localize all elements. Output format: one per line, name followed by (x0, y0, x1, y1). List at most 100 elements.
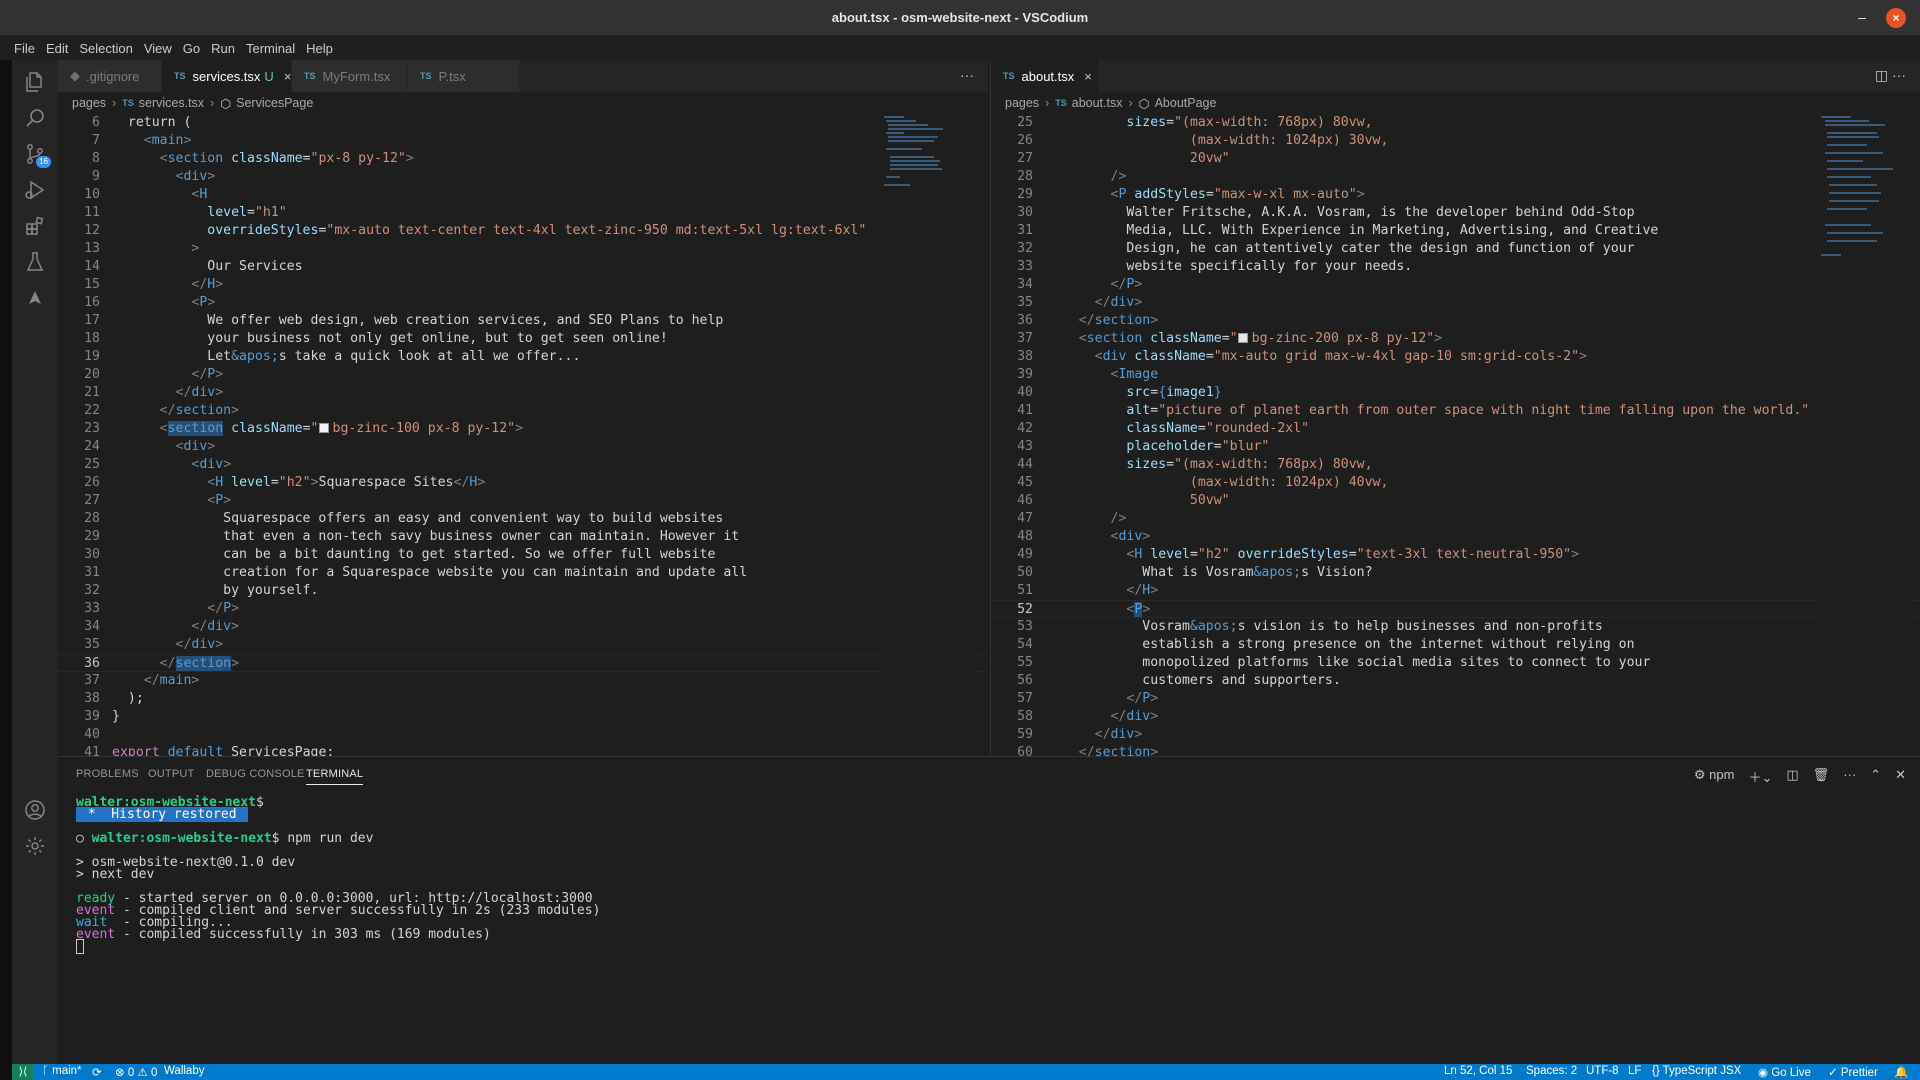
code-line[interactable]: 40 src={image1} (991, 384, 1920, 402)
code-line[interactable]: 57 </P> (991, 690, 1920, 708)
indentation[interactable]: Spaces: 2 (1526, 1065, 1577, 1077)
tab-terminal[interactable]: TERMINAL (306, 768, 364, 785)
code-line[interactable]: 21 </div> (58, 384, 988, 402)
tab-output[interactable]: OUTPUT (148, 768, 194, 780)
sync-icon[interactable]: ⟳ (92, 1065, 102, 1079)
remote-indicator-icon[interactable]: ⟩⟨ (12, 1064, 34, 1080)
color-swatch[interactable] (1237, 333, 1248, 343)
code-line[interactable]: 39 <Image (991, 366, 1920, 384)
breadcrumb-file[interactable]: about.tsx (1072, 96, 1123, 110)
more-actions-icon[interactable]: ··· (960, 67, 974, 83)
code-line[interactable]: 7 <main> (58, 132, 988, 150)
tab-myform[interactable]: TS MyForm.tsx (292, 60, 408, 92)
code-line[interactable]: 12 overrideStyles="mx-auto text-center t… (58, 222, 988, 240)
code-line[interactable]: 38 ); (58, 690, 988, 708)
code-line[interactable]: 33 </P> (58, 600, 988, 618)
code-line[interactable]: 34 </P> (991, 276, 1920, 294)
split-editor-icon[interactable]: ◫ (1875, 67, 1888, 83)
breadcrumb-file[interactable]: services.tsx (139, 96, 204, 110)
tab-about[interactable]: TS about.tsx × (991, 60, 1099, 92)
code-line[interactable]: 27 20vw" (991, 150, 1920, 168)
language-mode[interactable]: {} TypeScript JSX (1652, 1065, 1741, 1077)
scrollbar[interactable] (974, 114, 988, 756)
code-line[interactable]: 27 <P> (58, 492, 988, 510)
menu-edit[interactable]: Edit (46, 41, 68, 56)
tab-services[interactable]: TS services.tsx U × (162, 60, 292, 92)
go-live-button[interactable]: ◉ Go Live (1758, 1065, 1811, 1079)
code-line[interactable]: 28 Squarespace offers an easy and conven… (58, 510, 988, 528)
menu-help[interactable]: Help (306, 41, 333, 56)
more-icon[interactable]: ··· (1843, 767, 1856, 786)
color-swatch[interactable] (318, 423, 329, 433)
code-line[interactable]: 8 <section className="px-8 py-12"> (58, 150, 988, 168)
wallaby-status[interactable]: Wallaby (164, 1065, 204, 1077)
remote-explorer-icon[interactable] (12, 276, 58, 320)
code-line[interactable]: 35 </div> (58, 636, 988, 654)
code-line[interactable]: 10 <H (58, 186, 988, 204)
code-line[interactable]: 29 that even a non-tech savy business ow… (58, 528, 988, 546)
code-line[interactable]: 46 50vw" (991, 492, 1920, 510)
menu-go[interactable]: Go (183, 41, 200, 56)
code-line[interactable]: 26 (max-width: 1024px) 30vw, (991, 132, 1920, 150)
code-line[interactable]: 33 website specifically for your needs. (991, 258, 1920, 276)
code-line[interactable]: 58 </div> (991, 708, 1920, 726)
code-line[interactable]: 48 <div> (991, 528, 1920, 546)
end-of-line[interactable]: LF (1628, 1065, 1641, 1077)
code-line[interactable]: 24 <div> (58, 438, 988, 456)
code-line[interactable]: 13 > (58, 240, 988, 258)
code-line[interactable]: 49 <H level="h2" overrideStyles="text-3x… (991, 546, 1920, 564)
code-line[interactable]: 25 <div> (58, 456, 988, 474)
code-line[interactable]: 32 by yourself. (58, 582, 988, 600)
terminal-selector[interactable]: ⚙ npm (1694, 767, 1735, 786)
close-tab-icon[interactable]: × (284, 69, 292, 84)
code-line[interactable]: 37 <section className=" bg-zinc-200 px-8 … (991, 330, 1920, 348)
code-line[interactable]: 11 level="h1" (58, 204, 988, 222)
menu-selection[interactable]: Selection (79, 41, 132, 56)
menu-run[interactable]: Run (211, 41, 235, 56)
code-line[interactable]: 30 Walter Fritsche, A.K.A. Vosram, is th… (991, 204, 1920, 222)
code-line[interactable]: 15 </H> (58, 276, 988, 294)
breadcrumb-folder[interactable]: pages (1005, 96, 1039, 110)
code-line[interactable]: 53 Vosram&apos;s vision is to help busin… (991, 618, 1920, 636)
code-line[interactable]: 34 </div> (58, 618, 988, 636)
tab-p[interactable]: TS P.tsx (408, 60, 520, 92)
minimap[interactable] (1817, 114, 1911, 756)
code-line[interactable]: 9 <div> (58, 168, 988, 186)
code-line[interactable]: 22 </section> (58, 402, 988, 420)
breadcrumb-symbol[interactable]: AboutPage (1155, 96, 1217, 110)
code-line[interactable]: 19 Let&apos;s take a quick look at all w… (58, 348, 988, 366)
new-terminal-icon[interactable]: ＋⌄ (1748, 767, 1772, 786)
code-line[interactable]: 59 </div> (991, 726, 1920, 744)
code-line[interactable]: 50 What is Vosram&apos;s Vision? (991, 564, 1920, 582)
code-line[interactable]: 41 export default ServicesPage; (58, 744, 988, 756)
code-line[interactable]: 36 </section> (991, 312, 1920, 330)
code-line[interactable]: 14 Our Services (58, 258, 988, 276)
code-line[interactable]: 56 customers and supporters. (991, 672, 1920, 690)
code-line[interactable]: 28 /> (991, 168, 1920, 186)
problems-indicator[interactable]: ⊗ 0 ⚠ 0 (115, 1065, 157, 1079)
terminal-output[interactable]: walter:osm-website-next $ * History resto… (76, 795, 1910, 1064)
minimap[interactable] (880, 114, 974, 756)
menu-terminal[interactable]: Terminal (246, 41, 295, 56)
tab-debug-console[interactable]: DEBUG CONSOLE (206, 768, 305, 780)
branch-indicator[interactable]: ᚴ main* (42, 1065, 82, 1077)
minimize-button[interactable]: – (1852, 8, 1872, 28)
code-line[interactable]: 35 </div> (991, 294, 1920, 312)
code-line[interactable]: 16 <P> (58, 294, 988, 312)
menu-file[interactable]: File (14, 41, 35, 56)
scrollbar[interactable] (1907, 114, 1920, 756)
close-tab-icon[interactable]: × (1084, 69, 1092, 84)
code-line[interactable]: 31 creation for a Squarespace website yo… (58, 564, 988, 582)
code-editor-about[interactable]: 25 sizes="(max-width: 768px) 80vw, 26 (ma… (991, 114, 1920, 756)
split-terminal-icon[interactable]: ◫ (1786, 767, 1798, 786)
code-line[interactable]: 40 (58, 726, 988, 744)
code-line[interactable]: 18 your business not only get online, bu… (58, 330, 988, 348)
code-line[interactable]: 6 return ( (58, 114, 988, 132)
prettier-status[interactable]: ✓ Prettier (1828, 1065, 1878, 1079)
code-line[interactable]: 60 </section> (991, 744, 1920, 756)
code-line[interactable]: 17 We offer web design, web creation ser… (58, 312, 988, 330)
code-line[interactable]: 29 <P addStyles="max-w-xl mx-auto"> (991, 186, 1920, 204)
tab-gitignore[interactable]: ◆ .gitignore (58, 60, 162, 92)
bell-icon[interactable]: 🔔 (1894, 1065, 1908, 1079)
close-panel-icon[interactable]: ✕ (1895, 767, 1906, 786)
